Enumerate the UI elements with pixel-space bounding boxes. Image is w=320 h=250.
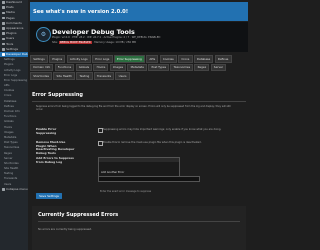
add-error-label: Add Another Error [101,171,125,174]
tab[interactable]: Images [109,63,127,72]
tab[interactable]: Regex [194,63,210,72]
remove-mu-plugin-text: Enable this to remove the must-use plugi… [103,141,202,144]
tab[interactable]: Testing [76,72,93,80]
menu-icon [2,16,5,20]
tab[interactable]: Error Logs [92,55,113,63]
add-error-header[interactable]: Add Another Error [99,158,179,174]
section-title-suppressed: Currently Suppressed Errors [38,212,119,218]
tab[interactable]: Transients [93,72,115,80]
tab[interactable]: Post Types [148,63,170,72]
tab[interactable]: Taxonomies [170,63,194,72]
tab[interactable]: Database [193,55,214,63]
tab[interactable]: Activity Logs [66,55,91,63]
enable-suppressing-label: Enable Error Suppressing [36,127,57,135]
whats-new-banner[interactable]: See what's new in version 2.0.0! [30,2,248,21]
menu-icon [2,32,5,36]
site-label: Site: [52,40,59,44]
menu-icon [2,11,5,15]
tab[interactable]: Hooks [93,63,109,72]
menu-icon [2,22,5,25]
remove-mu-plugin-label: Remove Must-Use Plugin When Deactivating… [36,140,75,155]
tab[interactable]: Globals [75,63,93,72]
menu-icon [2,1,5,4]
error-message-input[interactable]: Enter the exact error message to suppres… [98,176,200,193]
menu-icon [2,42,5,46]
tab[interactable]: Defines [214,55,232,63]
tab[interactable]: Site Health [53,72,76,80]
enable-suppressing-text: Suppressing errors may hide important wa… [103,128,222,131]
banner-text: See what's new in version 2.0.0! [33,8,129,15]
tab[interactable]: Users [115,72,130,80]
memory-usage: · Memory Usage: 10 MB / 256 MB [91,40,136,44]
tab[interactable]: Plugins [49,55,66,63]
tab[interactable]: Error Suppressing [113,55,145,63]
error-input-placeholder: Enter the exact error message to suppres… [100,190,152,193]
menu-icon [2,6,5,10]
suppressed-errors-panel: Currently Suppressed Errors No errors ar… [32,206,246,250]
tab[interactable]: Domain Info [30,63,54,72]
gear-icon: ⚙ [40,31,47,38]
tab[interactable]: Functions [54,63,75,72]
add-errors-label: Add Errors to Suppress from Debug Log [36,156,74,164]
plugin-tabs: Settings Plugins Activity Logs Error Logs Er… [30,55,248,80]
sidebar-item[interactable]: Collapse menu [0,187,28,192]
debug-mode-badge: DEBUG MODE ENABLED [58,40,92,44]
menu-icon [2,53,5,56]
plugin-meta: Plugin: v2.0.0 · PHP: v8.2 · WP: v6.7.1 … [52,36,161,39]
menu-icon [2,188,5,191]
save-settings-button[interactable]: Save Settings [36,193,62,199]
plugin-header: ⚙ Developer Debug Tools Plugin: v2.0.0 ·… [30,22,248,52]
empty-suppressed-text: No errors are currently being suppressed… [38,228,93,231]
section-description: Suppress errors from being logged to the… [36,105,231,112]
sidebar-item-label: Collapse menu [6,186,28,191]
add-error-box: Add Another Error [98,157,180,177]
tab[interactable]: Metadata [127,63,148,72]
menu-icon [2,27,5,30]
site-meta: Site: DEBUG MODE ENABLED · Memory Usage:… [52,40,136,44]
main-content: See what's new in version 2.0.0! ⚙ Devel… [28,0,250,250]
admin-sidebar: Dashboard Posts Media Pages Comments Appearan… [0,0,28,250]
plugin-logo: ⚙ [36,27,51,42]
tab[interactable]: Settings [30,55,48,63]
page-title: Developer Debug Tools [52,28,135,36]
tab[interactable]: Shortcodes [30,72,53,80]
tab[interactable]: Crons [178,55,193,63]
menu-icon [2,37,5,41]
tab[interactable]: APIs [146,55,159,63]
section-title-error-suppressing: Error Suppressing [32,92,83,98]
tab[interactable]: Server [210,63,227,72]
tab[interactable]: Cookies [159,55,177,63]
menu-icon [2,47,5,51]
